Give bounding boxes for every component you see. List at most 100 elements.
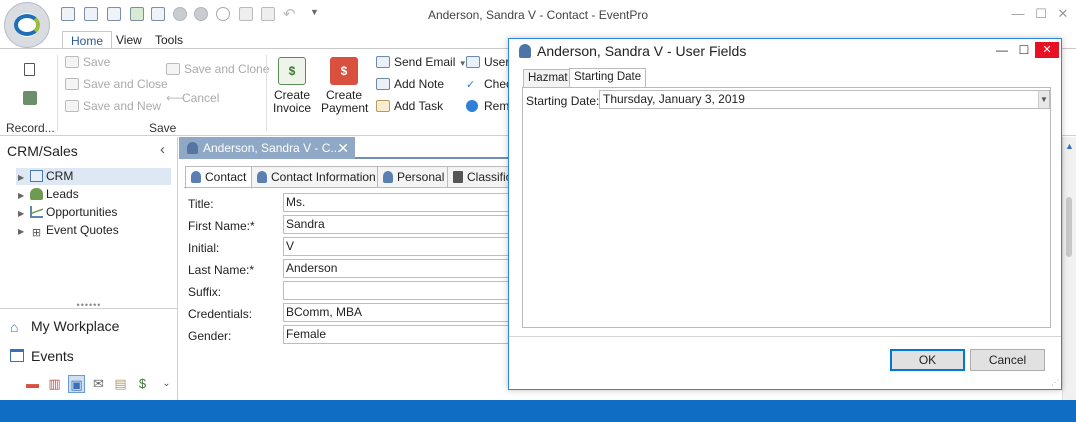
tab-classification[interactable]: Classific <box>447 166 517 188</box>
maximize-icon[interactable]: ☐ <box>1033 6 1049 22</box>
tab-starting-date[interactable]: Starting Date <box>569 68 647 88</box>
app-logo-icon[interactable] <box>4 2 50 48</box>
record-group-label: Record... <box>6 121 55 135</box>
initial-label: Initial: <box>188 241 220 255</box>
image-icon[interactable] <box>107 7 121 21</box>
person-icon <box>30 188 43 200</box>
minimize-icon[interactable]: — <box>1010 6 1026 22</box>
expand-arrow-icon[interactable]: ▶ <box>18 187 28 204</box>
cancel-button[interactable]: Cancel <box>970 349 1045 371</box>
email-icon[interactable] <box>151 7 165 21</box>
suffix-field[interactable] <box>283 281 523 300</box>
nav-title: CRM/Sales <box>7 143 78 159</box>
collapse-nav-icon[interactable]: ‹ <box>160 141 165 158</box>
save-and-clone-button[interactable]: Save and Clone <box>166 62 269 76</box>
dollar-icon[interactable]: $ <box>134 375 151 393</box>
tree-item-crm[interactable]: ▶ CRM <box>16 168 171 185</box>
expand-arrow-icon[interactable]: ▶ <box>18 169 28 186</box>
record-copy-icon[interactable] <box>23 91 37 105</box>
first-name-field[interactable]: Sandra <box>283 215 523 234</box>
credentials-label: Credentials: <box>188 307 253 321</box>
arrow-up-icon[interactable] <box>173 7 187 21</box>
back-arrow-icon: ⟵ <box>166 91 184 105</box>
first-name-label: First Name:* <box>188 219 255 233</box>
close-icon[interactable]: ✕ <box>1055 6 1071 22</box>
check-spelling-button[interactable]: ✓ Chec <box>466 77 512 91</box>
tree-item-event-quotes[interactable]: ▶ ⊞ Event Quotes <box>18 222 119 239</box>
create-invoice-button[interactable]: $ Create Invoice <box>273 57 311 115</box>
scrollbar-thumb[interactable] <box>1066 197 1072 257</box>
chevron-down-icon[interactable]: ▼ <box>1038 91 1049 108</box>
dialog-close-icon[interactable]: ✕ <box>1035 42 1059 58</box>
tab-tools[interactable]: Tools <box>147 31 191 49</box>
person-icon <box>191 171 201 183</box>
save-close-icon[interactable] <box>261 7 275 21</box>
arrow-down-icon[interactable] <box>194 7 208 21</box>
building-icon[interactable]: ▥ <box>46 375 63 393</box>
tree-item-opportunities[interactable]: ▶ Opportunities <box>18 204 117 221</box>
cart-icon[interactable] <box>130 7 144 21</box>
quick-access-dropdown-icon[interactable]: ▼ <box>310 7 319 17</box>
user-fields-icon <box>466 56 480 68</box>
bed-icon[interactable]: ▬ <box>24 375 41 393</box>
new-record-icon[interactable] <box>24 63 35 76</box>
user-fields-button[interactable]: User <box>466 55 509 69</box>
cart-icon: ⊞ <box>31 227 42 239</box>
starting-date-field[interactable]: Thursday, January 3, 2019 ▼ <box>599 90 1050 109</box>
expand-arrow-icon[interactable]: ▶ <box>18 205 28 222</box>
my-workplace-button[interactable]: ⌂ My Workplace <box>10 318 119 334</box>
contact-card-icon[interactable]: ▣ <box>68 375 85 393</box>
suffix-label: Suffix: <box>188 285 222 299</box>
events-button[interactable]: Events <box>10 348 74 364</box>
tab-contact[interactable]: Contact <box>185 166 253 189</box>
note-icon <box>376 78 390 90</box>
undo-icon[interactable]: ↶ <box>283 5 296 23</box>
gender-field[interactable]: Female <box>283 325 523 344</box>
save-close-icon <box>65 78 79 90</box>
dialog-maximize-icon[interactable]: ☐ <box>1013 42 1035 58</box>
dialog-title: Anderson, Sandra V - User Fields <box>519 43 746 59</box>
clipboard-icon[interactable]: ▤ <box>112 375 129 393</box>
document-tab[interactable]: Anderson, Sandra V - C... ✕ <box>179 137 355 159</box>
person-icon <box>519 44 531 58</box>
close-tab-icon[interactable]: ✕ <box>337 137 349 159</box>
right-scroll-strip[interactable]: ▲ <box>1062 137 1076 400</box>
calendar-icon[interactable] <box>84 7 98 21</box>
dialog-minimize-icon[interactable]: — <box>991 42 1013 58</box>
title-field[interactable]: Ms. <box>283 193 523 212</box>
tab-hazmat[interactable]: Hazmat <box>523 69 573 88</box>
remove-button[interactable]: Rem <box>466 99 509 113</box>
save-and-close-button[interactable]: Save and Close <box>65 77 168 91</box>
send-email-button[interactable]: Send Email ▼ <box>376 55 467 69</box>
save-icon[interactable] <box>239 7 253 21</box>
starting-date-label: Starting Date: <box>526 94 600 108</box>
ok-button[interactable]: OK <box>890 349 965 371</box>
dialog-content-panel: Starting Date: Thursday, January 3, 2019… <box>522 87 1051 328</box>
save-icon <box>65 56 79 68</box>
last-name-field[interactable]: Anderson <box>283 259 523 278</box>
tab-contact-information[interactable]: Contact Information <box>251 166 382 188</box>
new-document-icon[interactable] <box>61 7 75 21</box>
task-icon <box>376 100 390 112</box>
expand-arrow-icon[interactable]: ▶ <box>18 223 28 240</box>
save-button[interactable]: Save <box>65 55 110 69</box>
email-icon <box>376 56 390 68</box>
refresh-icon[interactable] <box>216 7 230 21</box>
create-payment-button[interactable]: $ Create Payment <box>321 57 368 115</box>
add-note-button[interactable]: Add Note <box>376 77 444 91</box>
resize-grip-icon[interactable]: ⋰ <box>1051 378 1059 387</box>
save-group-label: Save <box>149 121 177 135</box>
add-task-button[interactable]: Add Task <box>376 99 443 113</box>
chevron-down-icon[interactable]: ⌄ <box>158 375 175 393</box>
credentials-field[interactable]: BComm, MBA <box>283 303 523 322</box>
initial-field[interactable]: V <box>283 237 523 256</box>
chevron-up-icon[interactable]: ▲ <box>1065 141 1074 151</box>
cancel-ribbon-button[interactable]: ⟵Cancel <box>166 91 219 105</box>
tree-item-leads[interactable]: ▶ Leads <box>18 186 79 203</box>
tab-personal[interactable]: Personal <box>377 166 451 188</box>
email-icon[interactable]: ✉ <box>90 375 107 393</box>
tab-view[interactable]: View <box>108 31 150 49</box>
remove-icon <box>466 100 478 112</box>
save-and-new-button[interactable]: Save and New <box>65 99 161 113</box>
title-label: Title: <box>188 197 214 211</box>
